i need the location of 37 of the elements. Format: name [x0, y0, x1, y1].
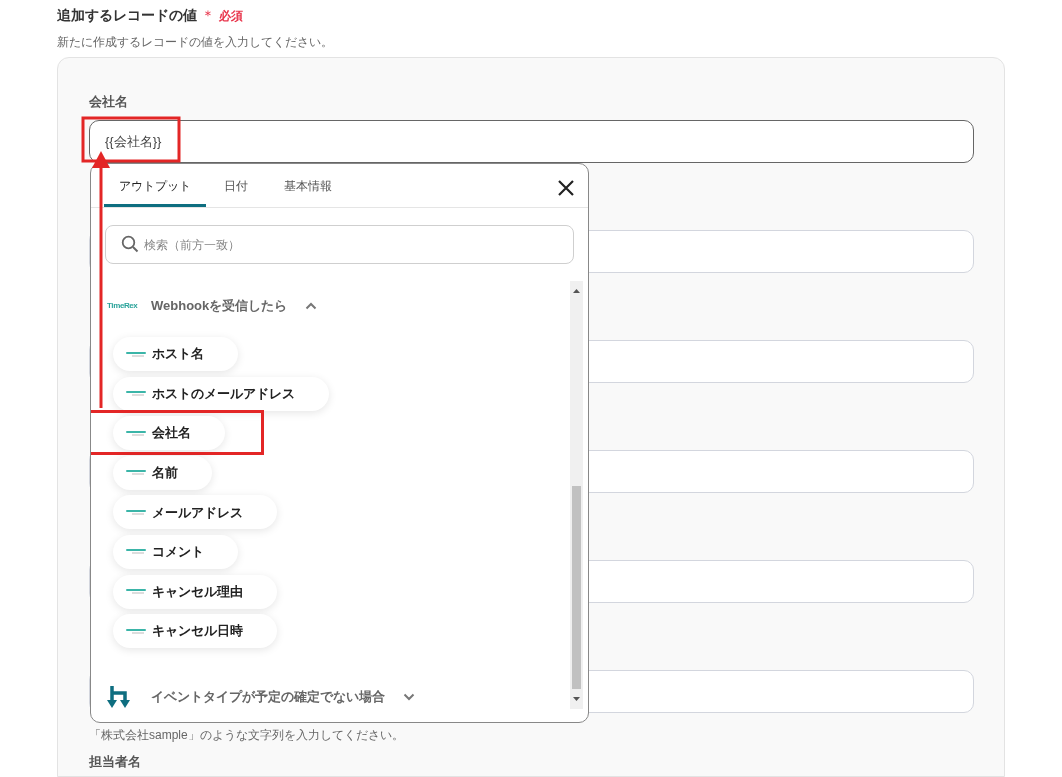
app-logo-icon	[126, 628, 146, 634]
group-header[interactable]: TimeRex Webhookを受信したら	[91, 281, 588, 331]
app-logo-icon	[126, 509, 146, 515]
input-field[interactable]: {{会社名}}	[89, 120, 974, 163]
tab[interactable]: 基本情報	[266, 164, 350, 207]
output-chip[interactable]: キャンセル日時	[113, 614, 277, 649]
field-hint: 「株式会社sample」のような文字列を入力してください。	[89, 727, 404, 744]
output-chip[interactable]: コメント	[113, 534, 238, 569]
section-title: 追加するレコードの値	[57, 6, 197, 25]
field-label: 担当者名	[89, 753, 141, 771]
app-logo-icon	[126, 351, 146, 357]
output-chip[interactable]: ホスト名	[113, 337, 238, 371]
app-logo-icon	[126, 549, 146, 555]
branch-icon	[107, 684, 133, 709]
close-button[interactable]	[557, 179, 575, 197]
output-chip[interactable]: ホストのメールアドレス	[113, 376, 329, 411]
tab[interactable]: 日付	[206, 164, 266, 207]
chevron-up-icon	[305, 302, 318, 310]
field-label: 会社名	[89, 93, 129, 111]
output-chip[interactable]: 名前	[113, 455, 212, 490]
scrollbar[interactable]	[570, 281, 583, 709]
required-mark: ＊	[201, 6, 215, 25]
app-logo-icon	[126, 430, 146, 436]
close-icon	[557, 179, 575, 197]
output-chip[interactable]: メールアドレス	[113, 495, 277, 530]
search-icon	[121, 235, 139, 253]
output-chip[interactable]: キャンセル理由	[113, 574, 277, 609]
search-field[interactable]: 検索（前方一致）	[105, 225, 574, 264]
app-logo-icon	[126, 470, 146, 476]
required-label: 必須	[219, 7, 243, 25]
app-logo-icon	[126, 391, 146, 397]
app-logo: TimeRex	[107, 300, 139, 312]
chevron-down-icon	[403, 693, 415, 702]
app-logo-icon	[126, 589, 146, 595]
section-description: 新たに作成するレコードの値を入力してください。	[57, 34, 333, 51]
output-chip[interactable]: 会社名	[113, 416, 225, 451]
group-header[interactable]: イベントタイプが予定の確定でない場合	[91, 672, 588, 709]
